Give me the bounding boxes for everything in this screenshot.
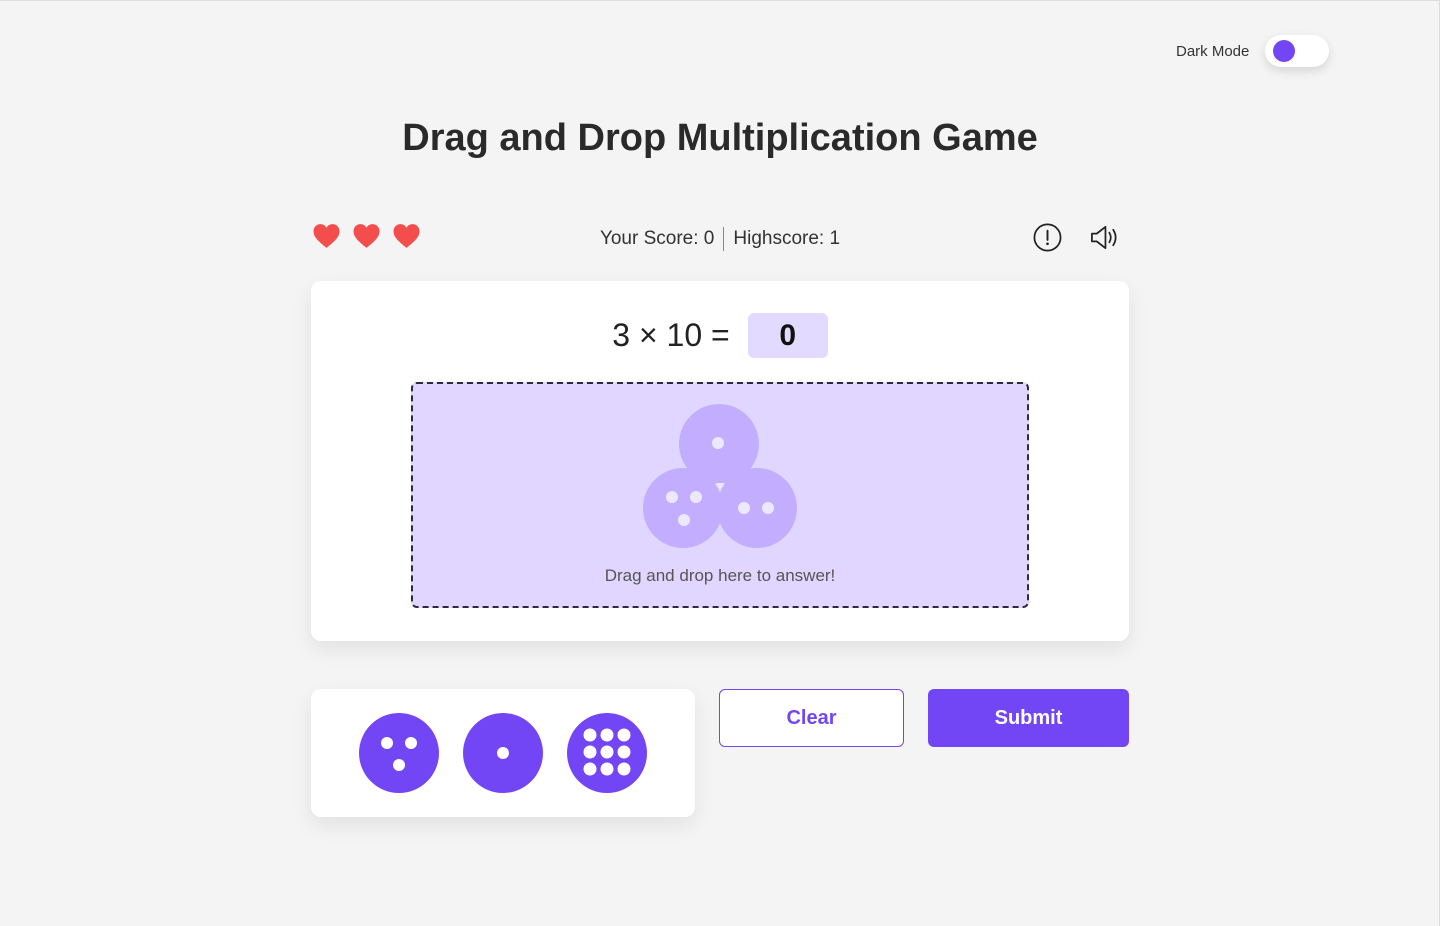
- score-bar: Your Score: 0 Highscore: 1: [0, 227, 1440, 251]
- dice-illustration-icon: [643, 404, 797, 548]
- dark-mode-toggle[interactable]: [1265, 35, 1330, 67]
- equation-text: 3 × 10 =: [612, 317, 730, 353]
- drop-hint: Drag and drop here to answer!: [604, 566, 836, 585]
- equation: 3 × 10 = 0: [311, 313, 1129, 358]
- answer-box: 0: [747, 313, 828, 358]
- speaker-icon[interactable]: [1089, 222, 1120, 253]
- page-title: Drag and Drop Multiplication Game: [402, 117, 1038, 159]
- die-ten-icon[interactable]: [567, 713, 647, 793]
- toggle-knob: [1273, 40, 1296, 62]
- current-score: Your Score: 0: [599, 228, 715, 249]
- dark-mode-control: Dark Mode: [1176, 35, 1330, 67]
- submit-button[interactable]: Submit: [928, 689, 1129, 747]
- high-score: Highscore: 1: [733, 228, 841, 249]
- info-icon[interactable]: [1032, 222, 1063, 253]
- drop-zone[interactable]: Drag and drop here to answer!: [411, 382, 1029, 608]
- game-controls: [1032, 222, 1120, 253]
- die-one-icon[interactable]: [463, 713, 543, 793]
- question-card: 3 × 10 = 0 Drag and drop here to answer!: [311, 281, 1129, 641]
- die-three-icon[interactable]: [359, 713, 439, 793]
- score-divider: [723, 227, 725, 251]
- clear-button[interactable]: Clear: [719, 689, 904, 747]
- dark-mode-label: Dark Mode: [1176, 42, 1250, 60]
- dice-tray: [311, 689, 695, 817]
